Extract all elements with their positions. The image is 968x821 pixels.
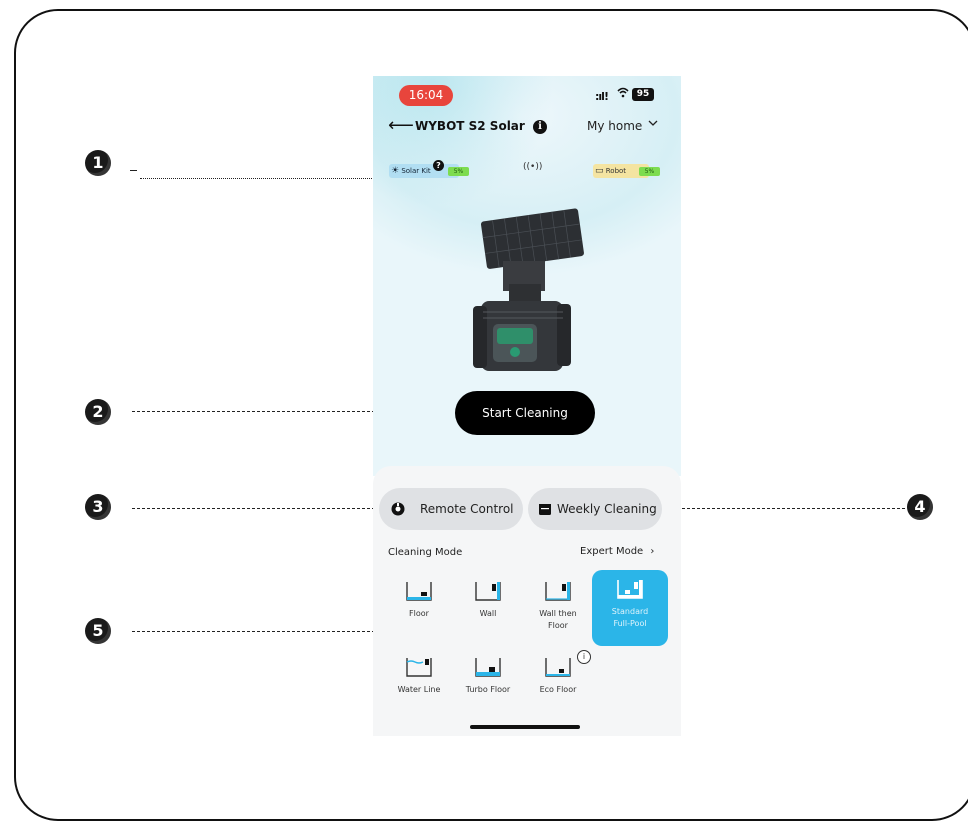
mode-label: Turbo Floor <box>465 685 511 694</box>
wall-then-floor-mode-icon <box>545 582 571 601</box>
robot-image <box>473 208 584 371</box>
chevron-down-icon[interactable] <box>648 118 658 131</box>
remote-control-button[interactable]: Remote Control <box>379 488 523 530</box>
callout-leader-3 <box>132 508 375 509</box>
calendar-icon <box>539 504 551 515</box>
mode-label: Water Line <box>397 685 441 694</box>
battery-indicator: 95 <box>632 88 654 101</box>
wifi-icon <box>617 87 629 101</box>
callout-badge-1: 1 <box>85 150 111 176</box>
eco-info-icon[interactable]: i <box>577 650 591 664</box>
chevron-right-icon: › <box>650 546 655 557</box>
mode-floor[interactable]: Floor <box>383 572 455 648</box>
mode-label: Wall then Floor <box>539 609 577 630</box>
status-time: 16:04 <box>399 85 453 106</box>
cellular-signal-icon: :ıl! <box>595 90 609 103</box>
antenna-signal-icon: ((•)) <box>523 162 543 172</box>
remote-control-label: Remote Control <box>420 502 514 516</box>
mode-turbo-floor[interactable]: Turbo Floor <box>452 648 524 724</box>
mode-standard-full-pool[interactable]: Standard Full-Pool <box>592 570 668 646</box>
expert-mode-label: Expert Mode <box>580 546 644 557</box>
full-pool-mode-icon <box>617 580 643 599</box>
robot-icon: ▭ <box>595 166 604 176</box>
mode-label: Standard Full-Pool <box>611 607 649 628</box>
help-icon[interactable]: ? <box>433 160 444 171</box>
robot-battery: 5% <box>639 167 660 176</box>
wall-mode-icon <box>475 582 501 601</box>
callout-leader-4 <box>657 508 905 509</box>
callout-badge-5: 5 <box>85 618 111 644</box>
home-selector[interactable]: My home <box>587 119 642 133</box>
mode-wall[interactable]: Wall <box>452 572 524 648</box>
remote-control-icon <box>391 502 405 516</box>
info-icon[interactable]: i <box>533 120 547 134</box>
mode-label: Floor <box>409 609 429 618</box>
callout-badge-2: 2 <box>85 399 111 425</box>
callout-leader-1a <box>130 170 137 171</box>
expert-mode-link[interactable]: Expert Mode › <box>580 546 654 557</box>
water-line-mode-icon <box>406 658 432 677</box>
callout-leader-1 <box>140 178 388 179</box>
solar-kit-label: Solar Kit <box>401 167 431 175</box>
robot-label: Robot <box>605 167 627 175</box>
mode-wall-then-floor[interactable]: Wall then Floor <box>522 572 594 648</box>
eco-floor-mode-icon <box>545 658 571 677</box>
floor-mode-icon <box>406 582 432 601</box>
start-cleaning-button[interactable]: Start Cleaning <box>455 391 595 435</box>
cleaning-mode-label: Cleaning Mode <box>388 547 463 558</box>
callout-leader-5 <box>132 631 380 632</box>
sun-icon: ☀ <box>391 166 400 176</box>
mode-label: Wall <box>479 609 497 618</box>
phone-screen: 16:04 :ıl! 95 ⟵ WYBOT S2 Solar i My home… <box>373 76 681 736</box>
mode-water-line[interactable]: Water Line <box>383 648 455 724</box>
weekly-cleaning-label: Weekly Cleaning <box>557 502 657 516</box>
callout-badge-3: 3 <box>85 494 111 520</box>
home-indicator <box>470 725 580 729</box>
mode-label: Eco Floor <box>539 685 577 694</box>
callout-badge-4: 4 <box>907 494 933 520</box>
solar-kit-battery: 5% <box>448 167 469 176</box>
turbo-floor-mode-icon <box>475 658 501 677</box>
back-arrow-icon[interactable]: ⟵ <box>388 116 414 136</box>
device-title: WYBOT S2 Solar <box>415 119 525 133</box>
weekly-cleaning-button[interactable]: Weekly Cleaning <box>528 488 662 530</box>
